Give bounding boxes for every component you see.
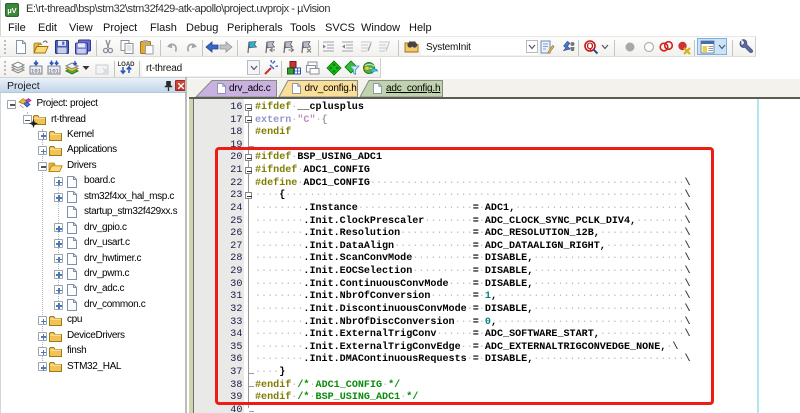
svg-text:101: 101 [49,68,60,75]
svg-text:µV: µV [7,6,16,15]
svg-text:LOAD: LOAD [118,62,135,68]
svg-text:Q: Q [586,41,593,51]
svg-text:101: 101 [31,68,42,75]
